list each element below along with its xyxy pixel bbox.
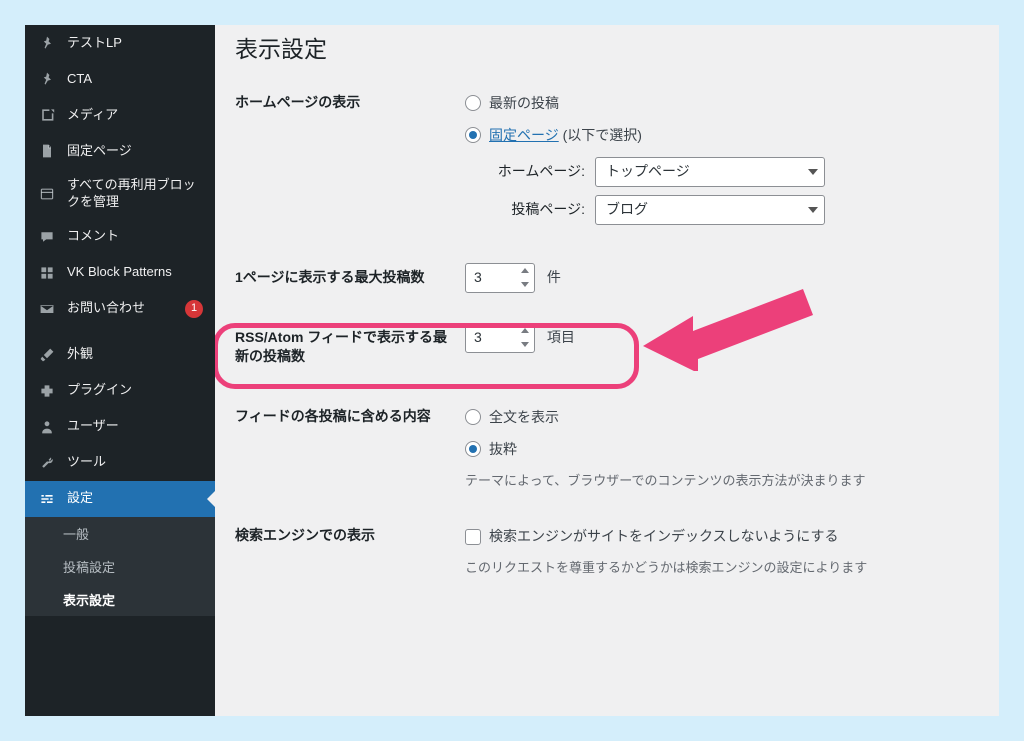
feed-desc: テーマによって、ブラウザーでのコンテンツの表示方法が決まります [465, 471, 979, 492]
menu-label: 外観 [67, 346, 203, 363]
menu-item-appearance[interactable]: 外観 [25, 337, 215, 373]
submenu-writing[interactable]: 投稿設定 [25, 550, 215, 583]
static-page-link[interactable]: 固定ページ [489, 127, 559, 143]
radio-icon [465, 127, 481, 143]
unit-label: 項目 [547, 329, 575, 345]
radio-latest-posts[interactable]: 最新の投稿 [465, 92, 979, 114]
brush-icon [37, 345, 57, 365]
media-icon [37, 105, 57, 125]
row-label-search-engine: 検索エンジンでの表示 [235, 506, 465, 593]
menu-label: プラグイン [67, 382, 203, 399]
radio-icon [465, 441, 481, 457]
menu-item-vk-patterns[interactable]: VK Block Patterns [25, 255, 215, 291]
select-value: トップページ [606, 160, 690, 182]
settings-submenu: 一般 投稿設定 表示設定 [25, 517, 215, 616]
step-up-icon [521, 328, 529, 333]
admin-sidebar: テストLP CTA メディア 固定ページ すべての再利用ブロックを管理 [25, 25, 215, 716]
menu-item-tools[interactable]: ツール [25, 445, 215, 481]
settings-content: 表示設定 ホームページの表示 最新の投稿 固定ページ (以下で選択) [215, 25, 999, 716]
step-down-icon [521, 282, 529, 287]
grid-icon [37, 263, 57, 283]
radio-static-page[interactable]: 固定ページ (以下で選択) [465, 124, 979, 146]
menu-item-users[interactable]: ユーザー [25, 409, 215, 445]
wrench-icon [37, 453, 57, 473]
chevron-down-icon [808, 169, 818, 175]
chevron-down-icon [808, 207, 818, 213]
menu-item-reusable-blocks[interactable]: すべての再利用ブロックを管理 [25, 169, 215, 219]
radio-label: 抜粋 [489, 438, 517, 460]
posts-per-page-input[interactable]: 3 [465, 263, 535, 293]
submenu-reading[interactable]: 表示設定 [25, 583, 215, 616]
plugin-icon [37, 381, 57, 401]
number-stepper[interactable] [516, 264, 534, 292]
pin-icon [37, 69, 57, 89]
input-value: 3 [474, 326, 482, 348]
checkbox-icon [465, 529, 481, 545]
select-value: ブログ [606, 198, 648, 220]
menu-label: お問い合わせ [67, 300, 171, 317]
checkbox-label: 検索エンジンがサイトをインデックスしないようにする [489, 525, 838, 547]
notification-badge: 1 [185, 300, 203, 318]
sliders-icon [37, 489, 57, 509]
menu-label: すべての再利用ブロックを管理 [67, 177, 203, 211]
pages-icon [37, 141, 57, 161]
step-down-icon [521, 342, 529, 347]
mail-icon [37, 299, 57, 319]
radio-icon [465, 409, 481, 425]
select-label-homepage: ホームページ: [485, 160, 585, 182]
user-icon [37, 417, 57, 437]
row-label-feed-content: フィードの各投稿に含める内容 [235, 387, 465, 507]
settings-form-table: ホームページの表示 最新の投稿 固定ページ (以下で選択) ホームページ: [235, 73, 979, 594]
menu-item-contact[interactable]: お問い合わせ 1 [25, 291, 215, 327]
menu-label: コメント [67, 228, 203, 245]
blocks-icon [37, 184, 57, 204]
radio-icon [465, 95, 481, 111]
menu-label: 固定ページ [67, 143, 203, 160]
row-label-homepage: ホームページの表示 [235, 73, 465, 248]
radio-full-text[interactable]: 全文を表示 [465, 406, 979, 428]
unit-label: 件 [547, 269, 561, 285]
search-engine-desc: このリクエストを尊重するかどうかは検索エンジンの設定によります [465, 558, 979, 579]
menu-item-comments[interactable]: コメント [25, 219, 215, 255]
rss-items-input[interactable]: 3 [465, 323, 535, 353]
step-up-icon [521, 268, 529, 273]
menu-label: テストLP [67, 35, 203, 52]
row-label-rss-items: RSS/Atom フィードで表示する最新の投稿数 [235, 308, 465, 387]
select-label-posts: 投稿ページ: [485, 198, 585, 220]
radio-label: 最新の投稿 [489, 92, 559, 114]
radio-label: 全文を表示 [489, 406, 559, 428]
menu-label: VK Block Patterns [67, 264, 203, 281]
page-title: 表示設定 [235, 35, 979, 73]
row-label-posts-per-page: 1ページに表示する最大投稿数 [235, 248, 465, 308]
menu-label: ユーザー [67, 418, 203, 435]
menu-item-pages[interactable]: 固定ページ [25, 133, 215, 169]
menu-label: メディア [67, 107, 203, 124]
menu-item-test-lp[interactable]: テストLP [25, 25, 215, 61]
menu-item-settings[interactable]: 設定 [25, 481, 215, 517]
posts-page-select[interactable]: ブログ [595, 195, 825, 225]
comment-icon [37, 227, 57, 247]
menu-item-plugins[interactable]: プラグイン [25, 373, 215, 409]
radio-excerpt[interactable]: 抜粋 [465, 438, 979, 460]
menu-label: 設定 [67, 490, 203, 507]
menu-item-media[interactable]: メディア [25, 97, 215, 133]
submenu-general[interactable]: 一般 [25, 517, 215, 550]
pin-icon [37, 33, 57, 53]
menu-label: ツール [67, 454, 203, 471]
menu-label: CTA [67, 71, 203, 88]
radio-label: 固定ページ (以下で選択) [489, 124, 642, 146]
menu-item-cta[interactable]: CTA [25, 61, 215, 97]
number-stepper[interactable] [516, 324, 534, 352]
homepage-select[interactable]: トップページ [595, 157, 825, 187]
checkbox-no-index[interactable]: 検索エンジンがサイトをインデックスしないようにする [465, 525, 979, 547]
input-value: 3 [474, 266, 482, 288]
